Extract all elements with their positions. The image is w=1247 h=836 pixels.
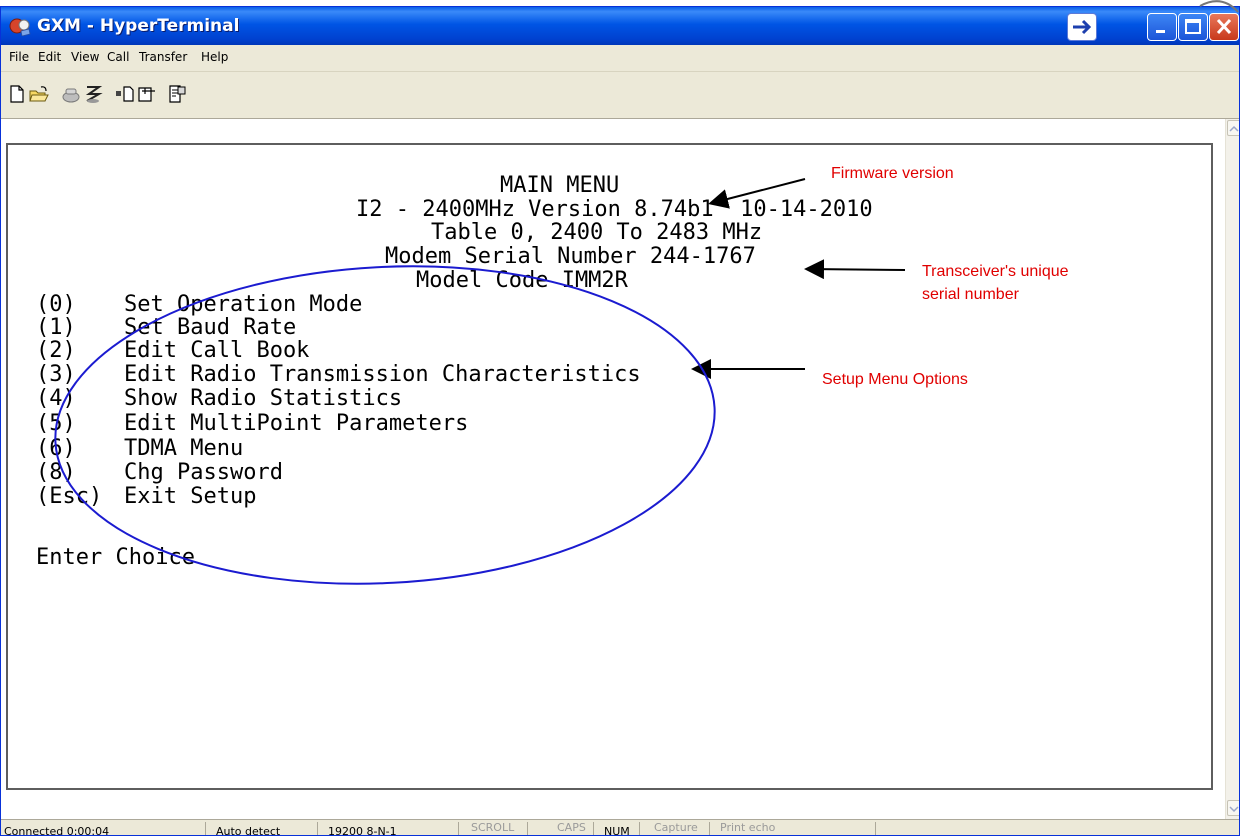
toolbar [1,72,1239,119]
maximize-button[interactable] [1178,13,1208,41]
connection-status: Connected 0:00:04 [4,825,110,836]
serial-annotation-line1: Transceiver's unique [922,263,1069,280]
emulation-status: Auto detect [216,825,281,836]
scroll-down-button[interactable] [1227,800,1239,816]
menu-option-label: Edit MultiPoint Parameters [124,411,469,436]
dial-icon[interactable] [61,84,81,104]
status-bar: Connected 0:00:04 Auto detect 19200 8-N-… [1,819,1239,836]
scroll-up-button[interactable] [1227,120,1239,136]
new-icon[interactable] [7,84,27,104]
menu-option-key: (4) [36,386,76,411]
menu-bar: File Edit View Call Transfer Help [1,45,1239,72]
menu-option-key: (8) [36,460,76,485]
receive-icon[interactable] [137,84,157,104]
menu-help[interactable]: Help [201,50,228,64]
menu-option-key: (3) [36,362,76,387]
serial-annotation-line2: serial number [922,286,1019,303]
firmware-annotation: Firmware version [831,165,954,182]
menu-option-label: Set Baud Rate [124,315,297,340]
print-echo-indicator: Print echo [720,821,776,834]
menu-option-label: Edit Call Book [124,338,310,363]
firmware-version-line: I2 - 2400MHz Version 8.74b1 10-14-2010 [356,197,873,222]
disconnect-icon[interactable] [83,84,103,104]
properties-icon[interactable] [167,84,187,104]
caps-lock-indicator: CAPS [557,821,586,834]
menu-option-key: (1) [36,315,76,340]
hyperterminal-app-icon [9,18,31,36]
menu-option-label: Set Operation Mode [124,292,363,317]
capture-indicator: Capture [654,821,698,834]
title-bar[interactable]: GXM - HyperTerminal [1,7,1239,45]
menu-option-label: Chg Password [124,460,283,485]
menu-transfer[interactable]: Transfer [139,50,187,64]
menu-option-label: Show Radio Statistics [124,386,403,411]
menu-edit[interactable]: Edit [38,50,61,64]
num-lock-indicator: NUM [604,825,630,836]
serial-number-line: Modem Serial Number 244-1767 [385,244,756,269]
menu-file[interactable]: File [9,50,29,64]
minimize-button[interactable] [1147,13,1177,41]
menu-option-key: (2) [36,338,76,363]
forward-arrow-icon[interactable] [1067,13,1097,41]
enter-choice-prompt: Enter Choice [36,545,195,570]
window-title: GXM - HyperTerminal [37,16,240,36]
menu-option-key: (0) [36,292,76,317]
port-settings-status: 19200 8-N-1 [328,825,397,836]
frequency-table-line: Table 0, 2400 To 2483 MHz [431,220,763,245]
setup-annotation: Setup Menu Options [822,371,968,388]
close-button[interactable] [1209,13,1239,41]
menu-option-key: (6) [36,436,76,461]
menu-option-key: (Esc) [36,484,103,509]
menu-view[interactable]: View [71,50,99,64]
vertical-scrollbar[interactable] [1225,119,1239,819]
menu-call[interactable]: Call [107,50,129,64]
menu-option-label: Edit Radio Transmission Characteristics [124,362,641,387]
menu-option-label: Exit Setup [124,484,257,509]
send-icon[interactable] [115,84,135,104]
model-code-line: Model Code IMM2R [416,268,628,293]
menu-option-key: (5) [36,411,76,436]
menu-option-label: TDMA Menu [124,436,244,461]
scroll-lock-indicator: SCROLL [471,821,515,834]
menu-title: MAIN MENU [500,173,620,198]
open-icon[interactable] [29,84,49,104]
